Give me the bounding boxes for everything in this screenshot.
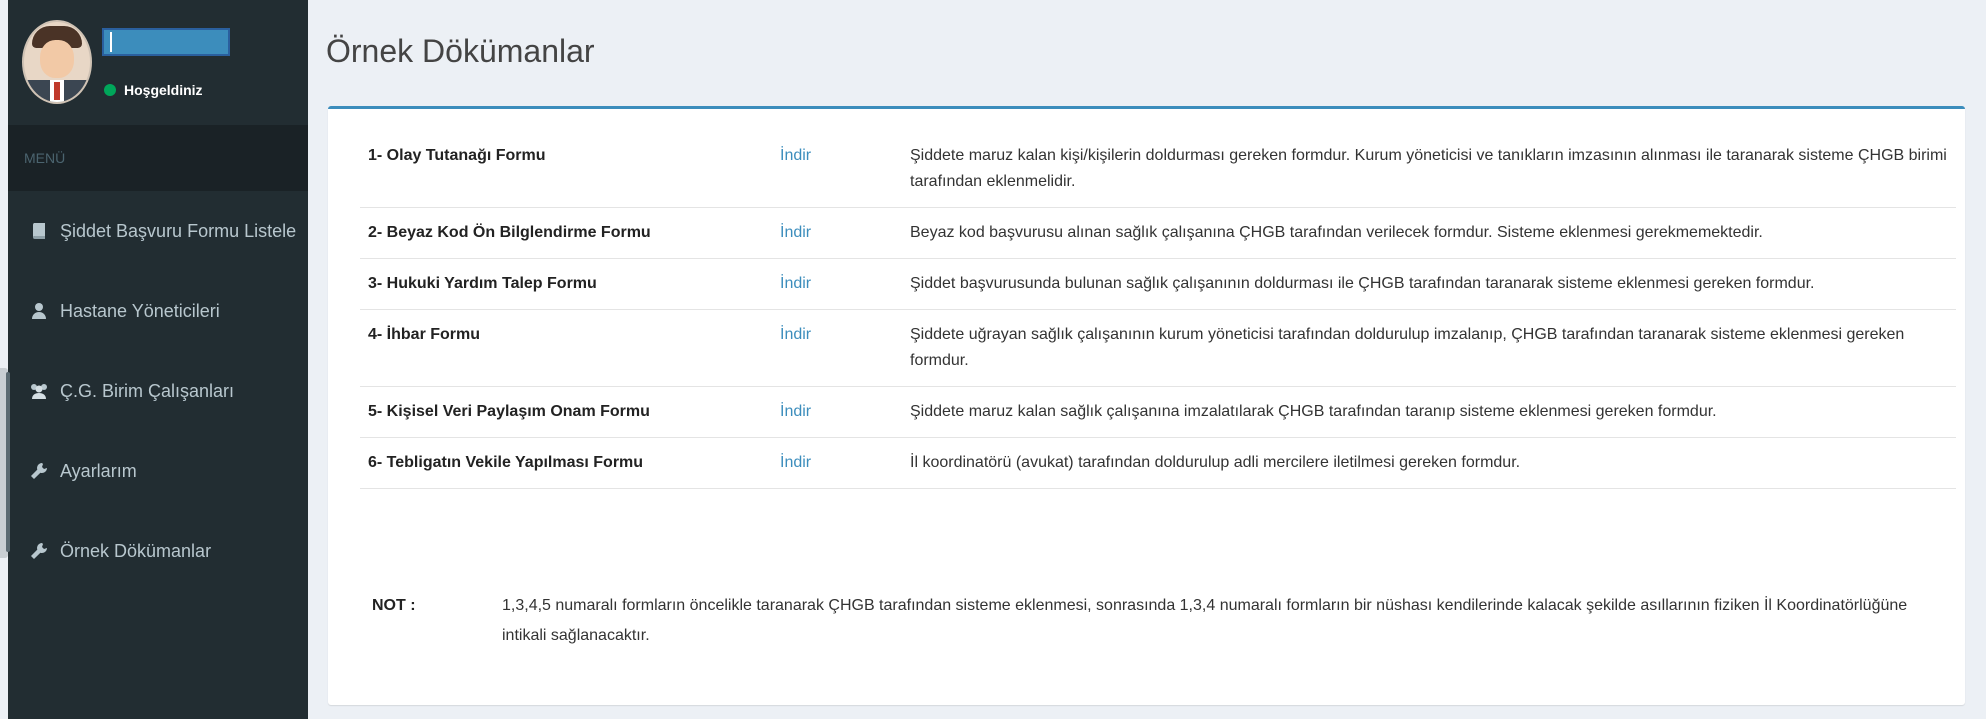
page-title: Örnek Dökümanlar: [326, 33, 595, 69]
download-link[interactable]: İndir: [780, 437, 910, 489]
sidebar-item-label: Hastane Yöneticileri: [60, 300, 220, 321]
document-name: 2- Beyaz Kod Ön Bilglendirme Formu: [360, 207, 780, 259]
download-link[interactable]: İndir: [780, 309, 910, 387]
users-icon: [28, 381, 50, 401]
document-description: Şiddete maruz kalan sağlık çalışanına im…: [910, 386, 1956, 438]
document-name: 4- İhbar Formu: [360, 309, 780, 387]
table-row: 2- Beyaz Kod Ön Bilglendirme Formu İndir…: [360, 207, 1956, 259]
avatar[interactable]: [22, 20, 92, 104]
table-row: 4- İhbar Formu İndir Şiddete uğrayan sağ…: [360, 309, 1956, 387]
download-link[interactable]: İndir: [780, 386, 910, 438]
wrench-icon: [28, 461, 50, 481]
welcome-text: Hoşgeldiniz: [124, 82, 203, 98]
sidebar-item-ornek-dokumanlar[interactable]: Örnek Dökümanlar: [8, 511, 308, 591]
document-description: Şiddete maruz kalan kişi/kişilerin doldu…: [910, 131, 1956, 208]
user-panel: Hoşgeldiniz: [8, 0, 308, 125]
documents-table: 1- Olay Tutanağı Formu İndir Şiddete mar…: [360, 131, 1956, 489]
document-name: 5- Kişisel Veri Paylaşım Onam Formu: [360, 386, 780, 438]
sidebar: Hoşgeldiniz MENÜ Şiddet Başvuru Formu Li…: [8, 0, 308, 719]
online-status: Hoşgeldiniz: [104, 82, 203, 98]
sidebar-item-cg-birim-calisanlari[interactable]: Ç.G. Birim Çalışanları: [8, 351, 308, 431]
sidebar-item-label: Ç.G. Birim Çalışanları: [60, 380, 235, 401]
download-link[interactable]: İndir: [780, 258, 910, 310]
document-description: Şiddet başvurusunda bulunan sağlık çalış…: [910, 258, 1956, 310]
sidebar-item-ayarlarim[interactable]: Ayarlarım: [8, 431, 308, 511]
online-dot-icon: [104, 84, 116, 96]
note-label: NOT :: [372, 597, 416, 614]
sidebar-item-label: Şiddet Başvuru Formu Listele: [60, 220, 297, 241]
download-link[interactable]: İndir: [780, 131, 910, 208]
book-icon: [28, 221, 50, 241]
main-content: Örnek Dökümanlar 1- Olay Tutanağı Formu …: [308, 0, 1986, 719]
document-description: Şiddete uğrayan sağlık çalışanının kurum…: [910, 309, 1956, 387]
sidebar-menu: Şiddet Başvuru Formu Listele Hastane Yön…: [8, 191, 308, 591]
table-row: 6- Tebligatın Vekile Yapılması Formu İnd…: [360, 437, 1956, 489]
table-row: 5- Kişisel Veri Paylaşım Onam Formu İndi…: [360, 386, 1956, 438]
document-description: İl koordinatörü (avukat) tarafından dold…: [910, 437, 1956, 489]
scrollbar-thumb[interactable]: [6, 372, 10, 552]
note-text: 1,3,4,5 numaralı formların öncelikle tar…: [502, 597, 1908, 644]
document-name: 1- Olay Tutanağı Formu: [360, 131, 780, 208]
sidebar-item-label: Ayarlarım: [60, 460, 137, 481]
sidebar-item-hastane-yoneticileri[interactable]: Hastane Yöneticileri: [8, 271, 308, 351]
document-description: Beyaz kod başvurusu alınan sağlık çalışa…: [910, 207, 1956, 259]
user-icon: [28, 301, 50, 321]
table-row: 3- Hukuki Yardım Talep Formu İndir Şidde…: [360, 258, 1956, 310]
document-name: 6- Tebligatın Vekile Yapılması Formu: [360, 437, 780, 489]
wrench-icon: [28, 541, 50, 561]
note-section: NOT : 1,3,4,5 numaralı formların öncelik…: [372, 591, 1932, 651]
sidebar-item-siddet-basvuru[interactable]: Şiddet Başvuru Formu Listele: [8, 191, 308, 271]
table-row: 1- Olay Tutanağı Formu İndir Şiddete mar…: [360, 131, 1956, 208]
sidebar-item-label: Örnek Dökümanlar: [60, 540, 212, 561]
document-name: 3- Hukuki Yardım Talep Formu: [360, 258, 780, 310]
menu-header: MENÜ: [8, 125, 308, 191]
username-redacted[interactable]: [102, 28, 230, 56]
documents-box: 1- Olay Tutanağı Formu İndir Şiddete mar…: [328, 106, 1965, 705]
download-link[interactable]: İndir: [780, 207, 910, 259]
